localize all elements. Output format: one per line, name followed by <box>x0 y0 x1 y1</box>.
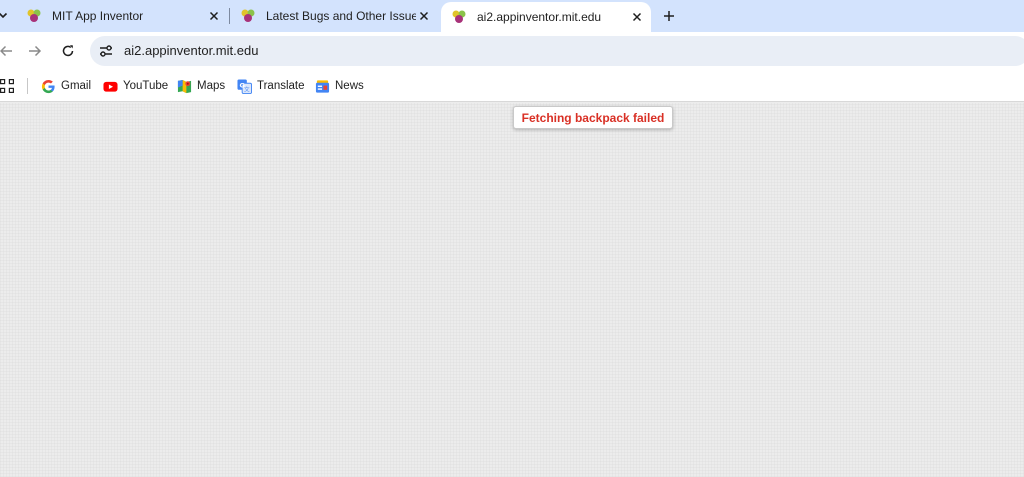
tab-mit-app-inventor[interactable]: MIT App Inventor <box>16 2 228 30</box>
reload-icon <box>62 45 74 57</box>
maps-icon <box>177 79 192 94</box>
close-icon[interactable] <box>206 8 222 24</box>
bookmark-youtube[interactable]: YouTube <box>103 77 168 95</box>
tab-search-button[interactable] <box>0 4 12 26</box>
bookmark-label: YouTube <box>123 80 169 92</box>
bookmarks-separator <box>27 78 28 94</box>
chevron-down-icon <box>0 12 8 19</box>
bookmark-label: Maps <box>197 80 226 92</box>
error-notification: Fetching backpack failed <box>513 106 673 129</box>
close-icon[interactable] <box>629 9 645 25</box>
app-inventor-favicon-icon <box>451 9 467 25</box>
url-text[interactable]: ai2.appinventor.mit.edu <box>124 43 258 58</box>
svg-text:文: 文 <box>244 85 250 93</box>
google-icon <box>41 79 56 94</box>
page-content: Fetching backpack failed <box>0 103 1024 477</box>
forward-button[interactable] <box>23 39 47 63</box>
tab-title: ai2.appinventor.mit.edu <box>477 10 602 24</box>
forward-icon <box>29 45 42 57</box>
address-bar[interactable]: ai2.appinventor.mit.edu <box>90 36 1024 66</box>
tab-ai2-appinventor[interactable]: ai2.appinventor.mit.edu <box>441 2 651 32</box>
tab-strip: MIT App Inventor Latest Bugs and Other I… <box>0 0 1024 32</box>
news-icon <box>315 79 330 94</box>
bookmark-gmail[interactable]: Gmail <box>41 77 91 95</box>
tab-title: Latest Bugs and Other Issues to <box>266 9 416 23</box>
translate-icon: G文 <box>237 78 252 94</box>
app-inventor-favicon-icon <box>26 8 42 24</box>
back-icon <box>0 45 12 57</box>
tab-latest-bugs[interactable]: Latest Bugs and Other Issues to <box>230 2 438 30</box>
bookmark-label: News <box>335 80 364 92</box>
youtube-icon <box>103 79 118 94</box>
bookmark-maps[interactable]: Maps <box>177 77 225 95</box>
browser-toolbar: ai2.appinventor.mit.edu <box>0 32 1024 70</box>
bookmarks-bar: Gmail YouTube Maps G文 Translate News <box>0 70 1024 102</box>
reload-button[interactable] <box>56 39 80 63</box>
bookmark-translate[interactable]: G文 Translate <box>237 77 305 95</box>
back-button[interactable] <box>0 39 18 63</box>
app-inventor-favicon-icon <box>240 8 256 24</box>
close-icon[interactable] <box>416 8 432 24</box>
site-settings-icon[interactable] <box>98 43 114 59</box>
plus-icon <box>664 11 674 21</box>
bookmark-news[interactable]: News <box>315 77 364 95</box>
bookmark-label: Translate <box>257 80 305 92</box>
new-tab-button[interactable] <box>658 5 680 27</box>
tab-title: MIT App Inventor <box>52 9 144 23</box>
bookmark-label: Gmail <box>61 80 92 92</box>
apps-grid-icon[interactable] <box>0 79 14 93</box>
